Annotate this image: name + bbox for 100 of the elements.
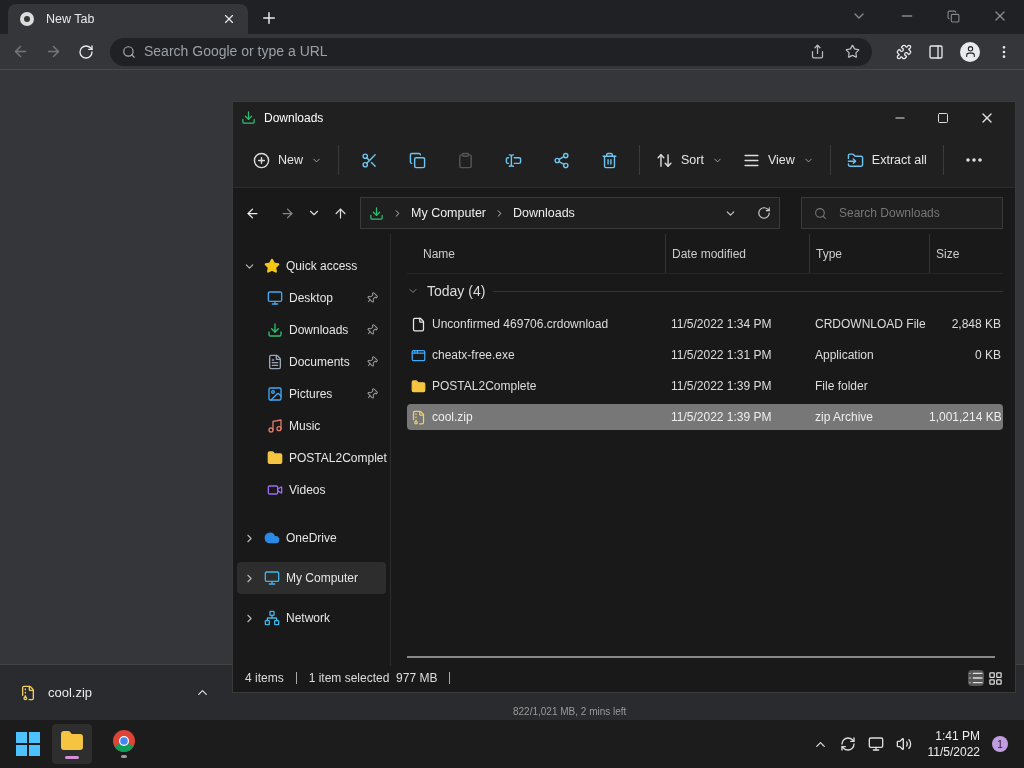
share-icon — [552, 151, 570, 169]
tiles-view-icon[interactable] — [988, 670, 1003, 686]
type-cell-text: CRDOWNLOAD File — [814, 316, 927, 333]
folder-icon — [60, 729, 84, 753]
folder-icon — [411, 378, 426, 394]
column-header[interactable]: Size — [936, 244, 960, 263]
item-count: 4 items — [245, 670, 284, 687]
reload-icon[interactable] — [78, 43, 94, 60]
notification-badge[interactable]: 1 — [992, 736, 1008, 752]
selection-info: 1 item selected 977 MB — [308, 670, 438, 687]
breadcrumb-item[interactable]: Downloads — [513, 203, 575, 223]
omnibox[interactable]: Search Google or type a URL — [110, 37, 872, 66]
volume-icon[interactable] — [895, 736, 912, 752]
nav-item[interactable]: Documents — [237, 346, 386, 378]
size-cell: 1,001,214 KB — [929, 410, 1002, 424]
type-cell-text: Application — [814, 347, 875, 364]
nav-item[interactable]: My Computer — [237, 562, 386, 594]
new-tab-icon[interactable] — [260, 9, 278, 27]
new-button[interactable]: New — [245, 144, 330, 176]
size-cell: 0 KB — [975, 348, 1001, 362]
details-view-icon[interactable] — [968, 670, 984, 686]
extensions-icon[interactable] — [896, 43, 912, 60]
view-button[interactable]: View — [734, 144, 822, 176]
column-header[interactable]: Name — [423, 244, 455, 263]
dots-icon — [965, 158, 982, 162]
extract-button[interactable]: Extract all — [838, 144, 935, 176]
column-header[interactable]: Date modified — [672, 244, 747, 263]
rename-icon — [504, 151, 522, 169]
copy-icon — [408, 151, 426, 169]
profile-icon[interactable] — [960, 41, 980, 62]
restore-icon[interactable] — [947, 9, 960, 23]
music-icon — [267, 418, 283, 434]
address-bar[interactable]: My Computer Downloads — [360, 197, 780, 229]
share-icon[interactable] — [810, 44, 825, 59]
download-icon — [267, 322, 283, 338]
nav-item[interactable]: Network — [237, 602, 386, 634]
nav-item[interactable]: Videos — [237, 474, 386, 506]
forward-icon[interactable] — [45, 43, 62, 60]
nav-item[interactable]: Music — [237, 410, 386, 442]
bookmark-icon[interactable] — [845, 44, 860, 59]
file-icon — [411, 316, 426, 332]
cloud-icon — [264, 530, 280, 546]
type-cell-text: zip Archive — [814, 409, 875, 426]
group-header[interactable]: Today (4) — [427, 280, 486, 302]
nav-item[interactable]: POSTAL2Complet — [237, 442, 386, 474]
forward-icon[interactable] — [280, 205, 295, 221]
file-row[interactable]: Unconfirmed 469706.crdownload 11/5/2022 1:34 PM CRDOWNLOAD File 2,848 KB — [407, 311, 1003, 337]
file-row[interactable]: POSTAL2Complete 11/5/2022 1:39 PM File folder — [407, 373, 1003, 399]
search-icon — [814, 206, 827, 220]
window-title: Downloads — [264, 109, 324, 127]
file-name: POSTAL2Complete — [432, 378, 537, 395]
column-header[interactable]: Type — [816, 244, 842, 263]
monitor-icon — [264, 570, 280, 586]
nav-item[interactable]: Downloads — [237, 314, 386, 346]
chrome-icon — [113, 730, 135, 752]
file-name: cool.zip — [432, 409, 473, 426]
download-item[interactable]: cool.zip — [0, 665, 230, 720]
date-cell-text: 11/5/2022 1:31 PM — [670, 347, 773, 364]
back-icon[interactable] — [245, 205, 260, 221]
horizontal-scrollbar[interactable] — [407, 656, 995, 658]
type-cell-text: File folder — [814, 378, 869, 395]
sort-button[interactable]: Sort — [648, 144, 731, 176]
search-field[interactable]: Search Downloads — [801, 197, 1003, 229]
download-progress-text: 822/1,021 MB, 2 mins left — [513, 705, 627, 717]
download-icon — [369, 205, 384, 221]
breadcrumb-item[interactable]: My Computer — [411, 203, 487, 223]
close-icon[interactable] — [222, 12, 236, 26]
refresh-icon[interactable] — [757, 206, 771, 220]
archive-icon — [411, 409, 426, 425]
document-icon — [267, 354, 283, 370]
nav-item[interactable]: Desktop — [237, 282, 386, 314]
search-icon — [122, 44, 136, 59]
picture-icon — [267, 386, 283, 402]
monitor-icon — [267, 290, 283, 306]
maximize-icon[interactable] — [937, 111, 949, 124]
folder-icon — [267, 450, 283, 466]
nav-item[interactable]: OneDrive — [237, 522, 386, 554]
file-row[interactable]: cheatx-free.exe 11/5/2022 1:31 PM Application 0 KB — [407, 342, 1003, 368]
app-window-icon — [411, 347, 426, 363]
network-icon[interactable] — [867, 736, 884, 752]
sort-icon — [656, 151, 673, 169]
sync-icon[interactable] — [839, 736, 856, 752]
file-name: Unconfirmed 469706.crdownload — [432, 316, 609, 333]
windows-start-icon[interactable] — [16, 732, 40, 756]
plus-icon — [253, 151, 270, 169]
omnibox-placeholder: Search Google or type a URL — [144, 42, 328, 61]
browser-tab[interactable]: New Tab — [8, 4, 248, 34]
nav-item[interactable]: Quick access — [237, 250, 386, 282]
trash-icon — [600, 151, 618, 169]
chrome-icon — [20, 12, 34, 26]
side-panel-icon[interactable] — [928, 43, 944, 60]
clock[interactable]: 1:41 PM 11/5/2022 — [927, 728, 980, 760]
tab-title: New Tab — [46, 10, 95, 28]
download-icon — [241, 110, 256, 125]
file-explorer-taskbar-button[interactable] — [52, 724, 92, 764]
date-cell-text: 11/5/2022 1:39 PM — [670, 378, 773, 395]
scissors-icon — [360, 151, 378, 169]
nav-item[interactable]: Pictures — [237, 378, 386, 410]
up-icon[interactable] — [333, 205, 348, 221]
file-row[interactable]: cool.zip 11/5/2022 1:39 PM zip Archive 1,001,214 KB — [407, 404, 1003, 430]
